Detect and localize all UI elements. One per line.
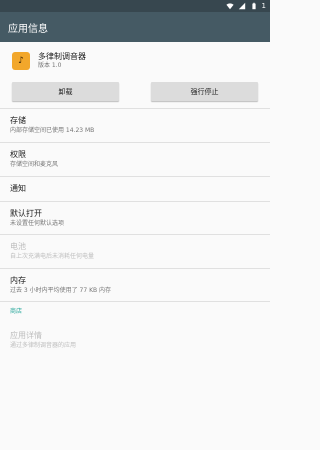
storage-subtitle: 内部存储空间已使用 14.23 MB xyxy=(10,127,95,134)
app-details-item: 应用详情 通过多律制调音器的应用 xyxy=(0,322,270,358)
app-icon: ♪ xyxy=(12,52,30,70)
app-bar: 应用信息 xyxy=(0,12,270,42)
wifi-icon xyxy=(225,3,234,10)
page-title: 应用信息 xyxy=(8,23,48,35)
battery-item: 电池 自上次充满电后未消耗任何电量 xyxy=(0,235,270,268)
default-open-item[interactable]: 默认打开 未设置任何默认选项 xyxy=(0,202,270,234)
app-name: 多律制调音器 xyxy=(38,52,86,61)
battery-subtitle: 自上次充满电后未消耗任何电量 xyxy=(10,253,95,260)
permissions-title: 权限 xyxy=(10,150,26,159)
status-bar: 1 xyxy=(0,0,270,12)
app-details-title: 应用详情 xyxy=(10,330,42,340)
music-note-icon: ♪ xyxy=(18,56,24,66)
store-section-header: 商店 xyxy=(0,302,270,322)
default-open-subtitle: 未设置任何默认选项 xyxy=(10,219,65,227)
store-title: 商店 xyxy=(10,308,23,315)
app-details-subtitle: 通过多律制调音器的应用 xyxy=(10,341,77,349)
storage-item[interactable]: 存储 内部存储空间已使用 14.23 MB xyxy=(0,109,270,142)
app-header: ♪ 多律制调音器 版本 1.0 xyxy=(0,42,270,80)
battery-title: 电池 xyxy=(10,242,26,251)
force-stop-button[interactable]: 强行停止 xyxy=(151,82,258,101)
battery-icon xyxy=(251,2,256,10)
app-version: 版本 1.0 xyxy=(38,62,62,69)
signal-icon xyxy=(238,2,245,10)
notifications-item[interactable]: 通知 xyxy=(0,177,270,201)
notifications-title: 通知 xyxy=(10,184,26,193)
storage-title: 存储 xyxy=(10,116,26,125)
memory-title: 内存 xyxy=(10,275,26,285)
action-buttons: 卸载 强行停止 xyxy=(0,82,270,101)
default-open-title: 默认打开 xyxy=(10,208,42,218)
permissions-subtitle: 存储空间和麦克风 xyxy=(10,161,59,168)
memory-item[interactable]: 内存 过去 3 小时内平均使用了 77 KB 内存 xyxy=(0,269,270,301)
memory-subtitle: 过去 3 小时内平均使用了 77 KB 内存 xyxy=(10,286,112,294)
uninstall-button[interactable]: 卸载 xyxy=(12,82,119,101)
permissions-item[interactable]: 权限 存储空间和麦克风 xyxy=(0,143,270,176)
status-time: 1 xyxy=(261,2,266,10)
